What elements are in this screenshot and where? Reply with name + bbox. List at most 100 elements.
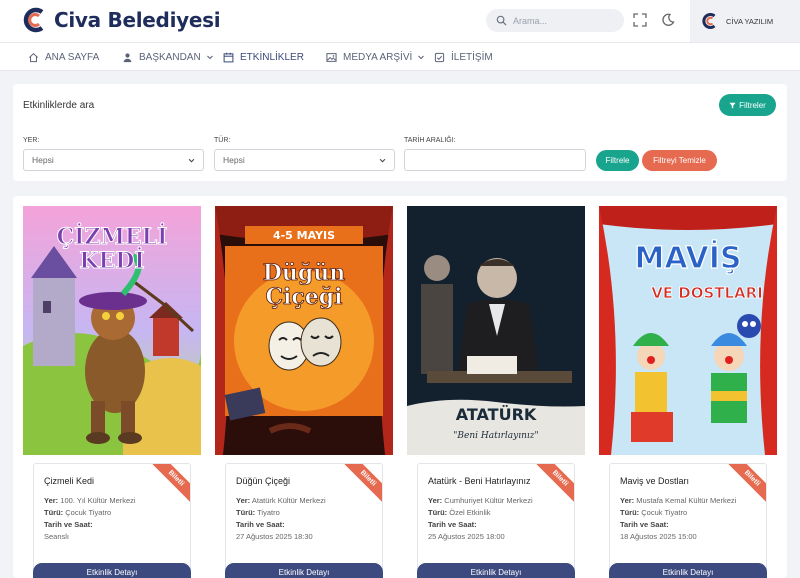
type-label: Türü:: [620, 508, 640, 517]
event-type: Türü: Çocuk Tiyatro: [620, 508, 687, 517]
nav-item-baskandan[interactable]: BAŞKANDAN: [122, 43, 214, 71]
event-venue: Yer: Atatürk Kültür Merkezi: [236, 496, 326, 505]
event-card[interactable]: ÇİZMELİ KEDİ Biletli Çizmeli Kedi Yer: 1…: [23, 206, 201, 578]
search-input[interactable]: [513, 15, 613, 26]
event-detail-button[interactable]: Etkinlik Detayı: [225, 563, 383, 578]
event-date: 25 Ağustos 2025 18:00: [428, 532, 505, 541]
fullscreen-icon[interactable]: [633, 13, 647, 27]
event-poster[interactable]: 4-5 MAYIS Düğün Çiçeği: [215, 206, 393, 455]
chevron-down-icon: [379, 158, 386, 163]
event-date-label: Tarih ve Saat:: [428, 520, 477, 529]
contact-icon: [434, 52, 445, 62]
ticket-ribbon: Biletli: [535, 464, 574, 503]
filters-toggle-button[interactable]: Filtreler: [719, 94, 776, 116]
event-type: Türü: Tiyatro: [236, 508, 280, 517]
poster-dugun-cicegi: 4-5 MAYIS Düğün Çiçeği: [215, 206, 393, 455]
event-detail-button[interactable]: Etkinlik Detayı: [417, 563, 575, 578]
user-menu[interactable]: CİVA YAZILIM: [690, 0, 800, 42]
poster-date-text: 4-5 MAYIS: [273, 229, 335, 242]
dark-mode-moon-icon[interactable]: [661, 13, 675, 27]
event-date-label: Tarih ve Saat:: [620, 520, 669, 529]
event-title[interactable]: Atatürk - Beni Hatırlayınız: [428, 476, 531, 486]
nav-label: İLETİŞİM: [451, 51, 493, 63]
calendar-icon: [223, 52, 234, 62]
nav-item-medya-arsivi[interactable]: MEDYA ARŞİVİ: [326, 43, 425, 71]
poster-title-line2: VE DOSTLARI: [651, 284, 763, 302]
chevron-down-icon: [418, 55, 425, 60]
event-title[interactable]: Çizmeli Kedi: [44, 476, 94, 486]
brand-name: Civa Belediyesi: [54, 8, 221, 32]
event-venue: Yer: Mustafa Kemal Kültür Merkezi: [620, 496, 736, 505]
poster-title-line1: ATATÜRK: [456, 405, 537, 424]
type-value: Tiyatro: [257, 508, 280, 517]
nav-label: MEDYA ARŞİVİ: [343, 51, 413, 63]
event-card[interactable]: ATATÜRK "Beni Hatırlayınız" Biletli Atat…: [407, 206, 585, 578]
event-date-label: Tarih ve Saat:: [236, 520, 285, 529]
poster-title-line2: Çiçeği: [266, 284, 343, 310]
top-header: Civa Belediyesi CİVA YAZILIM: [0, 0, 800, 42]
type-value: Çocuk Tiyatro: [641, 508, 688, 517]
image-icon: [326, 52, 337, 62]
venue-label: Yer:: [620, 496, 635, 505]
event-title[interactable]: Maviş ve Dostları: [620, 476, 689, 486]
event-type: Türü: Özel Etkinlik: [428, 508, 491, 517]
nav-item-home[interactable]: ANA SAYFA: [28, 43, 99, 71]
type-value: Çocuk Tiyatro: [65, 508, 112, 517]
brand-logo[interactable]: Civa Belediyesi: [22, 7, 221, 33]
filter-panel: Etkinliklerde ara Filtreler YER: Hepsi T…: [13, 84, 787, 181]
logo-icon: [23, 7, 44, 33]
event-poster[interactable]: MAVİŞ VE DOSTLARI: [599, 206, 777, 455]
date-range-label: TARİH ARALIĞI:: [404, 137, 456, 144]
nav-label: ANA SAYFA: [45, 51, 100, 63]
poster-title-line1: Düğün: [263, 260, 345, 286]
funnel-icon: [729, 102, 736, 108]
poster-title-line1: MAVİŞ: [634, 240, 741, 276]
nav-item-iletisim[interactable]: İLETİŞİM: [434, 43, 493, 71]
poster-mavis-ve-dostlari: MAVİŞ VE DOSTLARI: [599, 206, 777, 455]
nav-item-etkinlikler[interactable]: ETKİNLİKLER: [223, 43, 304, 71]
clear-filter-button[interactable]: Filtreyi Temizle: [642, 150, 717, 171]
poster-title-line2: KEDİ: [79, 246, 144, 274]
venue-label: Yer:: [236, 496, 251, 505]
type-value: Özel Etkinlik: [449, 508, 491, 517]
event-info: Biletli Çizmeli Kedi Yer: 100. Yıl Kültü…: [33, 463, 191, 573]
event-date: 18 Ağustos 2025 15:00: [620, 532, 697, 541]
location-label: YER:: [23, 137, 40, 144]
event-detail-button[interactable]: Etkinlik Detayı: [609, 563, 767, 578]
event-title[interactable]: Düğün Çiçeği: [236, 476, 290, 486]
date-range-input[interactable]: [404, 149, 586, 171]
type-select[interactable]: Hepsi: [214, 149, 395, 171]
event-date: 27 Ağustos 2025 18:30: [236, 532, 313, 541]
event-poster[interactable]: ÇİZMELİ KEDİ: [23, 206, 201, 455]
event-info: Biletli Maviş ve Dostları Yer: Mustafa K…: [609, 463, 767, 573]
venue-value: Cumhuriyet Kültür Merkezi: [444, 496, 533, 505]
type-label: Türü:: [44, 508, 64, 517]
location-select[interactable]: Hepsi: [23, 149, 204, 171]
location-value: Hepsi: [32, 155, 54, 165]
apply-filter-button[interactable]: Filtrele: [596, 150, 639, 171]
event-poster[interactable]: ATATÜRK "Beni Hatırlayınız": [407, 206, 585, 455]
search-box[interactable]: [486, 9, 624, 32]
venue-value: Mustafa Kemal Kültür Merkezi: [636, 496, 737, 505]
venue-value: 100. Yıl Kültür Merkezi: [60, 496, 136, 505]
event-info: Biletli Atatürk - Beni Hatırlayınız Yer:…: [417, 463, 575, 573]
event-card[interactable]: 4-5 MAYIS Düğün Çiçeği Biletli Düğün Çiç…: [215, 206, 393, 578]
filter-title: Etkinliklerde ara: [23, 100, 95, 111]
main-nav: ANA SAYFA BAŞKANDAN ETKİNLİKLER MEDYA AR…: [0, 42, 800, 71]
poster-title-line2: "Beni Hatırlayınız": [453, 431, 538, 441]
event-date: Seanslı: [44, 532, 70, 541]
type-label: Türü:: [428, 508, 448, 517]
type-label: Türü:: [236, 508, 256, 517]
venue-label: Yer:: [428, 496, 443, 505]
nav-label: ETKİNLİKLER: [240, 51, 304, 63]
event-list: ÇİZMELİ KEDİ Biletli Çizmeli Kedi Yer: 1…: [13, 196, 787, 578]
nav-label: BAŞKANDAN: [139, 51, 201, 63]
event-venue: Yer: Cumhuriyet Kültür Merkezi: [428, 496, 533, 505]
event-card[interactable]: MAVİŞ VE DOSTLARI Biletli Maviş ve Dostl…: [599, 206, 777, 578]
chevron-down-icon: [206, 55, 213, 60]
event-detail-button[interactable]: Etkinlik Detayı: [33, 563, 191, 578]
venue-value: Atatürk Kültür Merkezi: [251, 496, 326, 505]
ticket-ribbon: Biletli: [151, 464, 190, 503]
poster-title-line1: ÇİZMELİ: [57, 222, 168, 250]
chevron-down-icon: [188, 158, 195, 163]
